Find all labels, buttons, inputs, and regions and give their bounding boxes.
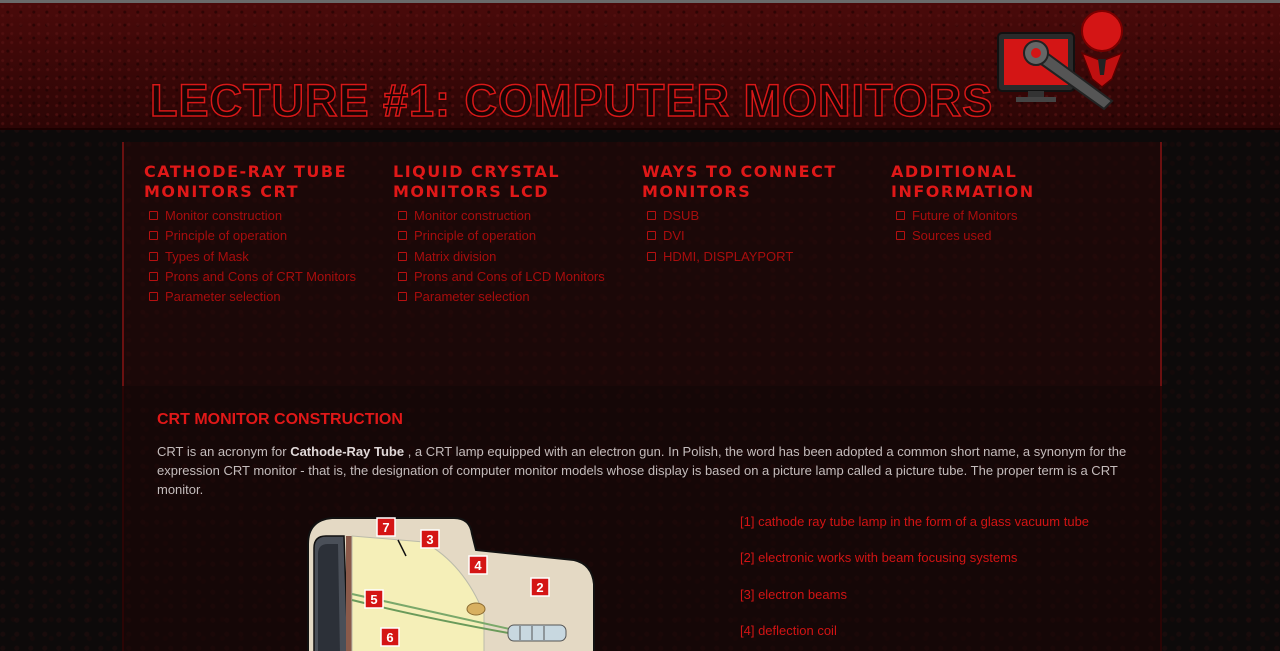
- diagram-marker-5: 5: [364, 589, 384, 609]
- intro-paragraph: CRT is an acronym for Cathode-Ray Tube ,…: [157, 444, 1127, 497]
- checkbox-bullet-icon: [149, 251, 158, 261]
- nav-column-lcd: LIQUID CRYSTAL MONITORS LCD Monitor cons…: [393, 162, 633, 307]
- nav-column-connect: WAYS TO CONNECT MONITORS DSUB DVI HDMI, …: [642, 162, 882, 267]
- nav-link-lcd-matrix[interactable]: Matrix division: [393, 247, 633, 267]
- legend-item: [1] cathode ray tube lamp in the form of…: [740, 514, 1090, 529]
- nav-link-future-monitors[interactable]: Future of Monitors: [891, 206, 1131, 226]
- diagram-marker-3: 3: [420, 529, 440, 549]
- svg-text:4: 4: [474, 558, 482, 573]
- nav-column-additional: ADDITIONAL INFORMATION Future of Monitor…: [891, 162, 1131, 247]
- checkbox-bullet-icon: [896, 211, 905, 220]
- nav-link-crt-mask-types[interactable]: Types of Mask: [144, 247, 384, 267]
- checkbox-bullet-icon: [398, 231, 407, 241]
- svg-text:2: 2: [536, 580, 543, 595]
- main-content: CRT MONITOR CONSTRUCTION CRT is an acron…: [122, 386, 1162, 651]
- section-title: CRT MONITOR CONSTRUCTION: [157, 411, 403, 428]
- svg-text:6: 6: [386, 630, 393, 645]
- checkbox-bullet-icon: [398, 211, 407, 220]
- svg-text:3: 3: [426, 532, 433, 547]
- checkbox-bullet-icon: [896, 231, 905, 241]
- checkbox-bullet-icon: [647, 251, 656, 261]
- diagram-legend: [1] cathode ray tube lamp in the form of…: [740, 514, 1089, 651]
- diagram-marker-2: 2: [530, 577, 550, 597]
- checkbox-bullet-icon: [149, 271, 158, 281]
- nav-link-crt-operation[interactable]: Principle of operation: [144, 226, 384, 246]
- crt-cross-section-diagram: 7 3 4 2 5 6: [307, 517, 595, 651]
- diagram-marker-6: 6: [380, 627, 400, 647]
- checkbox-bullet-icon: [149, 231, 158, 241]
- nav-heading-lcd[interactable]: LIQUID CRYSTAL MONITORS LCD: [393, 162, 633, 202]
- nav-link-crt-pros-cons[interactable]: Prons and Cons of CRT Monitors: [144, 267, 384, 287]
- checkbox-bullet-icon: [149, 292, 158, 302]
- diagram-marker-4: 4: [468, 555, 488, 575]
- nav-link-crt-construction[interactable]: Monitor construction: [144, 206, 384, 226]
- nav-link-lcd-pros-cons[interactable]: Prons and Cons of LCD Monitors: [393, 267, 633, 287]
- legend-item: [2] electronic works with beam focusing …: [740, 550, 1018, 566]
- svg-text:7: 7: [382, 520, 389, 535]
- nav-heading-connect[interactable]: WAYS TO CONNECT MONITORS: [642, 162, 882, 202]
- nav-heading-additional[interactable]: ADDITIONAL INFORMATION: [891, 162, 1131, 202]
- nav-column-crt: CATHODE-RAY TUBE MONITORS CRT Monitor co…: [144, 162, 384, 307]
- header-banner: LECTURE #1: COMPUTER MONITORS: [0, 0, 1280, 130]
- nav-link-crt-parameters[interactable]: Parameter selection: [144, 287, 384, 307]
- nav-link-hdmi-displayport[interactable]: HDMI, DISPLAYPORT: [642, 247, 882, 267]
- checkbox-bullet-icon: [149, 211, 158, 220]
- page-title: LECTURE #1: COMPUTER MONITORS: [149, 74, 994, 127]
- nav-link-lcd-parameters[interactable]: Parameter selection: [393, 287, 633, 307]
- svg-text:5: 5: [370, 592, 377, 607]
- monitor-wrench-logo-icon: [997, 10, 1124, 111]
- nav-link-sources[interactable]: Sources used: [891, 226, 1131, 246]
- checkbox-bullet-icon: [647, 231, 656, 241]
- checkbox-bullet-icon: [398, 292, 407, 302]
- topics-navigation: CATHODE-RAY TUBE MONITORS CRT Monitor co…: [122, 142, 1162, 386]
- diagram-marker-7: 7: [376, 517, 396, 537]
- legend-item: [4] deflection coil: [740, 623, 837, 639]
- nav-link-dsub[interactable]: DSUB: [642, 206, 882, 226]
- legend-item: [3] electron beams: [740, 586, 847, 602]
- checkbox-bullet-icon: [647, 211, 656, 220]
- nav-heading-crt[interactable]: CATHODE-RAY TUBE MONITORS CRT: [144, 162, 384, 202]
- intro-term: Cathode-Ray Tube: [290, 444, 405, 459]
- nav-link-dvi[interactable]: DVI: [642, 226, 882, 246]
- nav-link-lcd-operation[interactable]: Principle of operation: [393, 226, 633, 246]
- checkbox-bullet-icon: [398, 251, 407, 261]
- nav-link-lcd-construction[interactable]: Monitor construction: [393, 206, 633, 226]
- checkbox-bullet-icon: [398, 271, 407, 281]
